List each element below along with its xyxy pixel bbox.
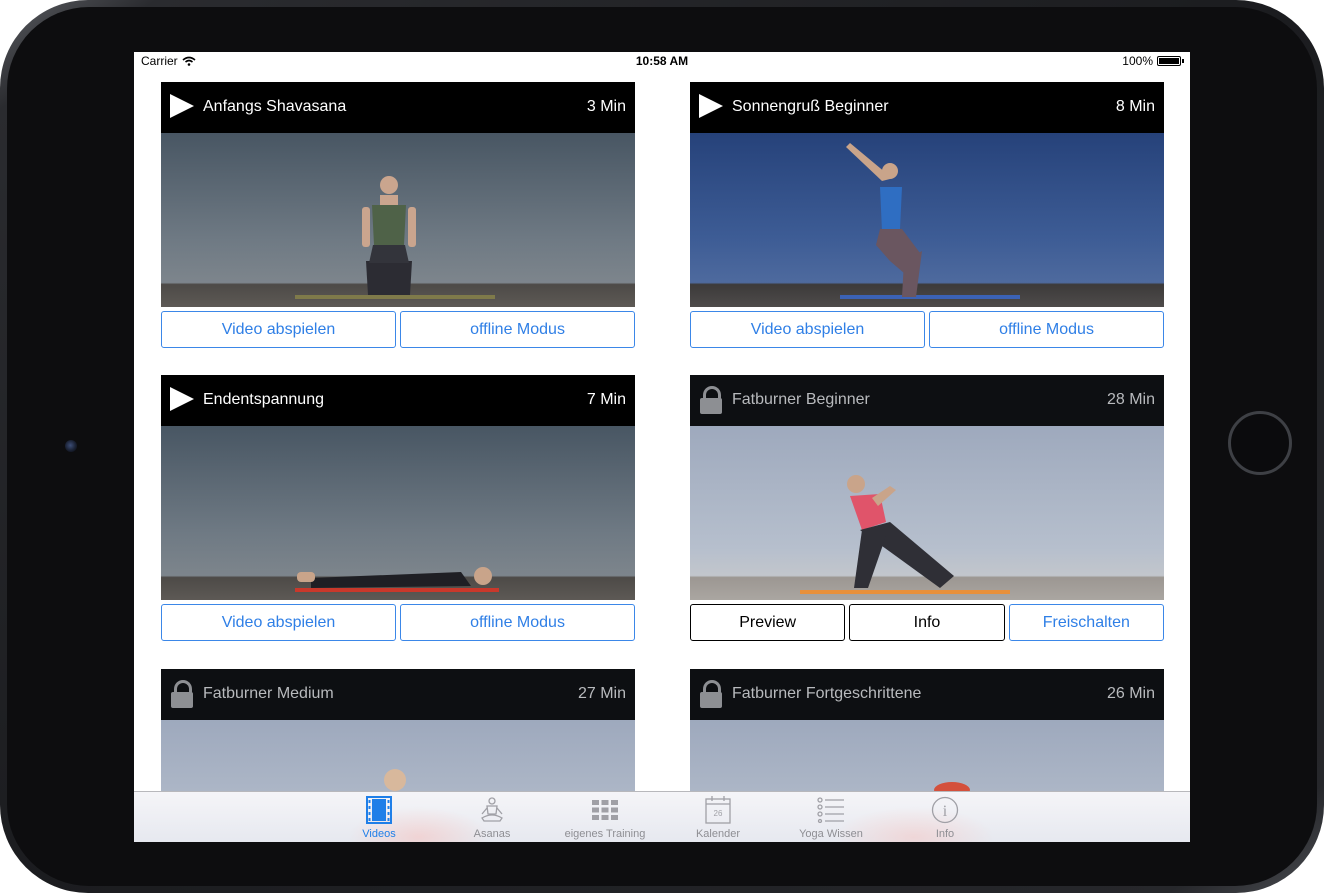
tab-videos[interactable]: Videos [329, 796, 429, 840]
unlock-button[interactable]: Freischalten [1008, 604, 1164, 641]
battery-percent: 100% [1122, 54, 1153, 68]
card-duration: 3 Min [586, 98, 626, 115]
offline-mode-button[interactable]: offline Modus [400, 311, 635, 348]
card-title: Endentspannung [203, 391, 324, 408]
yoga-figure-lying [295, 567, 499, 592]
card-header[interactable]: Fatburner Fortgeschrittene 26 Min [690, 669, 1164, 720]
video-card: Anfangs Shavasana 3 Min Video abspielen … [161, 82, 635, 348]
card-title: Fatburner Medium [203, 685, 334, 702]
play-video-button[interactable]: Video abspielen [161, 311, 396, 348]
tab-label: Kalender [695, 828, 741, 840]
card-duration: 27 Min [577, 685, 626, 702]
info-button[interactable]: Info [849, 604, 1005, 641]
tab-label: Info [935, 828, 955, 840]
yoga-figure-chair-pose [840, 143, 1020, 299]
card-header[interactable]: Anfangs Shavasana 3 Min [161, 82, 635, 133]
meditation-icon [481, 797, 503, 822]
info-icon: i [931, 796, 959, 824]
battery-icon [1157, 56, 1181, 66]
card-title: Fatburner Beginner [732, 391, 870, 408]
tab-label: Videos [362, 828, 396, 840]
card-duration: 28 Min [1106, 391, 1155, 408]
video-card: Endentspannung 7 Min Video abspielen off… [161, 375, 635, 641]
card-duration: 26 Min [1106, 685, 1155, 702]
card-title: Anfangs Shavasana [203, 98, 347, 115]
list-icon [817, 797, 844, 823]
card-duration: 8 Min [1115, 98, 1155, 115]
yoga-figure-lunge-twist [800, 475, 1010, 594]
home-button[interactable] [1228, 411, 1292, 475]
card-header[interactable]: Fatburner Beginner 28 Min [690, 375, 1164, 426]
play-video-button[interactable]: Video abspielen [690, 311, 925, 348]
lock-icon [171, 680, 193, 708]
tab-info[interactable]: i Info [895, 796, 995, 840]
card-header[interactable]: Endentspannung 7 Min [161, 375, 635, 426]
grid-icon [592, 800, 618, 820]
tab-own-training[interactable]: eigenes Training [555, 796, 655, 840]
play-icon[interactable] [170, 387, 194, 411]
calendar-icon: 26 [705, 796, 731, 824]
clock: 10:58 AM [635, 54, 689, 68]
tab-label: Asanas [473, 828, 511, 840]
video-thumbnail[interactable] [690, 426, 1164, 600]
lock-icon [700, 386, 722, 414]
card-duration: 7 Min [586, 391, 626, 408]
card-header[interactable]: Fatburner Medium 27 Min [161, 669, 635, 720]
lock-icon [700, 680, 722, 708]
video-card-locked: Fatburner Beginner 28 Min Preview Info F… [690, 375, 1164, 641]
tab-calendar[interactable]: 26 Kalender [668, 796, 768, 840]
video-card: Sonnengruß Beginner 8 Min Video abspiele… [690, 82, 1164, 348]
yoga-figure-kneeling [295, 176, 495, 299]
film-icon [366, 796, 392, 824]
play-icon[interactable] [699, 94, 723, 118]
tab-bar: Videos Asanas eigenes Training 26 Kalend… [134, 791, 1190, 842]
svg-text:26: 26 [714, 809, 723, 818]
play-video-button[interactable]: Video abspielen [161, 604, 396, 641]
card-header[interactable]: Sonnengruß Beginner 8 Min [690, 82, 1164, 133]
play-icon[interactable] [170, 94, 194, 118]
screen: Carrier 10:58 AM 100% Anfangs Shavasana … [134, 52, 1190, 842]
card-title: Sonnengruß Beginner [732, 98, 889, 115]
offline-mode-button[interactable]: offline Modus [929, 311, 1164, 348]
tab-yoga-knowledge[interactable]: Yoga Wissen [781, 796, 881, 840]
tab-label: Yoga Wissen [799, 828, 863, 840]
offline-mode-button[interactable]: offline Modus [400, 604, 635, 641]
video-thumbnail[interactable] [690, 133, 1164, 307]
video-thumbnail[interactable] [161, 426, 635, 600]
ipad-device: Carrier 10:58 AM 100% Anfangs Shavasana … [0, 0, 1324, 893]
tab-asanas[interactable]: Asanas [442, 796, 542, 840]
preview-button[interactable]: Preview [690, 604, 846, 641]
status-bar: Carrier 10:58 AM 100% [134, 52, 1190, 70]
video-thumbnail[interactable] [161, 133, 635, 307]
tab-label: eigenes Training [564, 828, 646, 840]
front-camera [65, 440, 77, 452]
svg-text:i: i [943, 803, 948, 820]
card-title: Fatburner Fortgeschrittene [732, 685, 922, 702]
